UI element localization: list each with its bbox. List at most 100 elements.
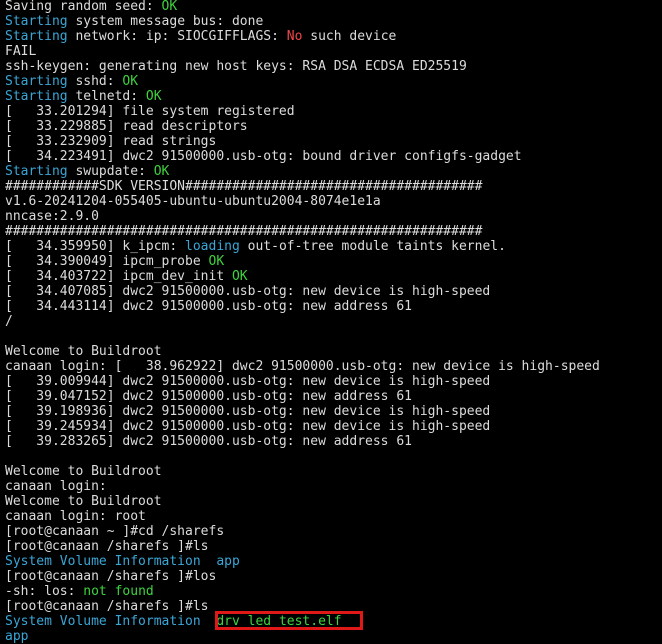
terminal-line: Welcome to Buildroot [5,464,662,479]
terminal-text: [ 39.198936] dwc2 91500000.usb-otg: new … [5,404,491,419]
terminal-text: such device [302,29,397,44]
terminal-text: [root@canaan /sharefs ]#ls [5,599,209,614]
terminal-line: [ 34.223491] dwc2 91500000.usb-otg: boun… [5,149,662,164]
terminal-text: Welcome to Buildroot [5,494,162,509]
terminal-text: [ 34.407085] dwc2 91500000.usb-otg: new … [5,284,491,299]
terminal-text: OK [122,74,139,89]
terminal-line: [ 34.359950] k_ipcm: loading out-of-tree… [5,239,662,254]
terminal-line: Starting telnetd: OK [5,89,662,104]
terminal-text: [ 34.403722] ipcm_dev_init [5,269,232,284]
terminal-text: [ 33.229885] read descriptors [5,119,248,134]
terminal-line: [ 34.390049] ipcm_probe OK [5,254,662,269]
terminal-text: Welcome to Buildroot [5,464,162,479]
terminal-text: ########################################… [5,224,483,239]
terminal-text: swupdate: [67,164,154,179]
terminal-text: Saving random seed: [5,0,162,14]
terminal-line: Starting system message bus: done [5,14,662,29]
terminal-line: Starting sshd: OK [5,74,662,89]
terminal-text: ############SDK VERSION#################… [5,179,483,194]
terminal-text: FAIL [5,44,37,59]
terminal-line: canaan login: [5,479,662,494]
terminal-text: Starting [5,164,68,179]
terminal-text: [root@canaan /sharefs ]#los [5,569,217,584]
terminal-text: Starting [5,74,68,89]
terminal-line: Starting swupdate: OK [5,164,662,179]
terminal-text: OK [145,89,162,104]
terminal-text: No [286,29,303,44]
terminal-line: [ 33.201294] file system registered [5,104,662,119]
terminal-text: OK [153,164,170,179]
terminal-line: [ 39.009944] dwc2 91500000.usb-otg: new … [5,374,662,389]
terminal-line: ########################################… [5,224,662,239]
terminal-text: Starting [5,29,68,44]
terminal-text: [ 34.223491] dwc2 91500000.usb-otg: boun… [5,149,522,164]
terminal-line: nncase:2.9.0 [5,209,662,224]
terminal-line: ssh-keygen: generating new host keys: RS… [5,59,662,74]
terminal-text: Starting [5,89,68,104]
terminal-line: [ 39.245934] dwc2 91500000.usb-otg: new … [5,419,662,434]
terminal-text: / [5,314,13,329]
terminal-line: [root@canaan /sharefs ]#los [5,569,662,584]
terminal-line: [ 34.407085] dwc2 91500000.usb-otg: new … [5,284,662,299]
terminal-text: [ 39.283265] dwc2 91500000.usb-otg: new … [5,434,412,449]
terminal-line: Starting network: ip: SIOCGIFFLAGS: No s… [5,29,662,44]
terminal-text: System Volume Information app [5,554,240,569]
terminal-line: Welcome to Buildroot [5,494,662,509]
terminal-text: [root@canaan /sharefs ]#ls [5,539,209,554]
terminal-text: Starting [5,14,68,29]
terminal-text: OK [231,269,248,284]
terminal-text: [ 34.359950] k_ipcm: [5,239,186,254]
terminal-text: [ 39.047152] dwc2 91500000.usb-otg: new … [5,389,412,404]
terminal-line: [ 39.198936] dwc2 91500000.usb-otg: new … [5,404,662,419]
terminal-text: sshd: [67,74,123,89]
terminal-line: [root@canaan ~ ]#cd /sharefs [5,524,662,539]
terminal-text: nncase:2.9.0 [5,209,99,224]
terminal-line [5,449,662,464]
terminal-text: -sh: los: [5,584,84,599]
terminal-line: Saving random seed: OK [5,0,662,14]
terminal-text: loading [185,239,240,254]
terminal-text: canaan login: [ 38.962922] dwc2 91500000… [5,359,600,374]
terminal-line: [ 39.283265] dwc2 91500000.usb-otg: new … [5,434,662,449]
terminal-line: -sh: los: not found [5,584,662,599]
terminal-line: ############SDK VERSION#################… [5,179,662,194]
terminal-text: [ 34.443114] dwc2 91500000.usb-otg: new … [5,299,412,314]
terminal-text: not found [83,584,154,599]
terminal-line: canaan login: root [5,509,662,524]
terminal-text: network: ip: SIOCGIFFLAGS: [67,29,287,44]
terminal-text: System Volume Information [5,614,201,629]
terminal-line: [ 33.229885] read descriptors [5,119,662,134]
terminal-line: [ 33.232909] read strings [5,134,662,149]
terminal-text: canaan login: root [5,509,146,524]
terminal-text: OK [161,0,178,14]
terminal-text: Welcome to Buildroot [5,344,162,359]
terminal-text: v1.6-20241204-055405-ubuntu-ubuntu2004-8… [5,194,381,209]
terminal-text: OK [208,254,225,269]
terminal-text: [root@canaan ~ ]#cd /sharefs [5,524,225,539]
terminal-line: [ 34.443114] dwc2 91500000.usb-otg: new … [5,299,662,314]
highlight-box [215,611,363,630]
terminal-line: [root@canaan /sharefs ]#ls [5,539,662,554]
terminal-line [5,329,662,344]
terminal-text: telnetd: [67,89,146,104]
terminal-text: [ 33.232909] read strings [5,134,217,149]
terminal-line: [ 34.403722] ipcm_dev_init OK [5,269,662,284]
terminal-line: System Volume Information app [5,554,662,569]
terminal-output[interactable]: Saving random seed: OK Starting system me… [5,0,662,644]
terminal-text: [ 33.201294] file system registered [5,104,295,119]
terminal-text: [ 34.390049] ipcm_probe [5,254,209,269]
terminal-text: out-of-tree module taints kernel. [239,239,506,254]
terminal-line: v1.6-20241204-055405-ubuntu-ubuntu2004-8… [5,194,662,209]
terminal-line: FAIL [5,44,662,59]
terminal-line: [ 39.047152] dwc2 91500000.usb-otg: new … [5,389,662,404]
terminal-text: [ 39.245934] dwc2 91500000.usb-otg: new … [5,419,491,434]
terminal-line: Welcome to Buildroot [5,344,662,359]
terminal-line: canaan login: [ 38.962922] dwc2 91500000… [5,359,662,374]
terminal-line: / [5,314,662,329]
terminal-text: [ 39.009944] dwc2 91500000.usb-otg: new … [5,374,491,389]
terminal-text: canaan login: [5,479,107,494]
terminal-text: system message bus: done [67,14,264,29]
